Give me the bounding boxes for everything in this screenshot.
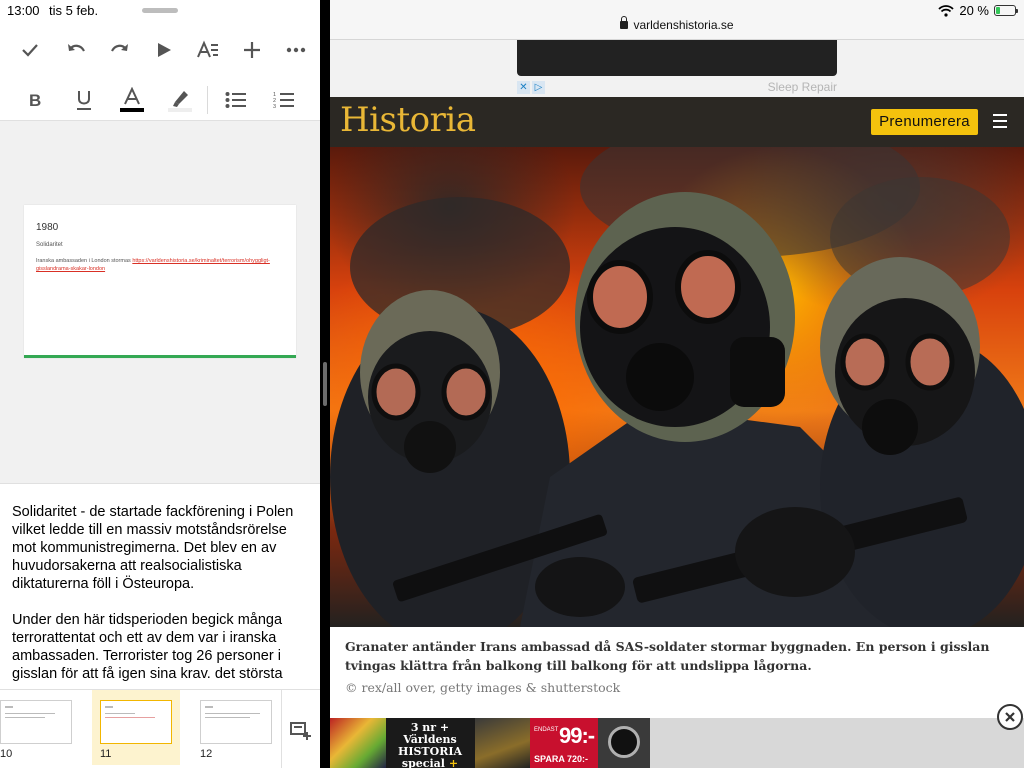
image-credit: © rex/all over, getty images & shutterst…	[345, 680, 621, 695]
close-ad-button[interactable]	[997, 704, 1023, 730]
soldiers-in-gas-masks-illustration	[330, 147, 1024, 627]
site-header: Historia Prenumerera	[330, 97, 1024, 147]
notes-divider	[0, 483, 320, 484]
slide-thumbnail[interactable]: 12	[192, 690, 280, 765]
ad-label[interactable]: Sleep Repair	[768, 80, 837, 94]
notes-paragraph[interactable]: Solidaritet - de startade fackförening i…	[12, 503, 308, 593]
special-issue-image	[475, 718, 530, 768]
split-view-handle[interactable]	[323, 362, 327, 406]
ad-image[interactable]	[517, 40, 837, 76]
magazine-cover-image	[330, 718, 386, 768]
close-icon	[1005, 712, 1015, 722]
battery-icon	[994, 5, 1018, 16]
more-icon[interactable]	[280, 34, 312, 66]
status-date: tis 5 feb.	[49, 3, 99, 18]
site-logo-text: Historia	[340, 100, 476, 140]
toolbar-separator	[207, 86, 208, 114]
svg-text:3: 3	[273, 104, 276, 109]
slide-thumbnail[interactable]: 10	[0, 690, 80, 765]
svg-text:B: B	[29, 91, 41, 109]
text-format-icon[interactable]	[192, 34, 224, 66]
thumbnail-preview	[200, 700, 272, 744]
status-bar-right: 20 %	[938, 3, 1018, 18]
thumbnail-number: 12	[200, 748, 213, 760]
add-slide-button[interactable]	[281, 690, 320, 768]
slide-thumbnail-selected[interactable]: 11	[92, 690, 180, 765]
url-text: varldenshistoria.se	[633, 18, 734, 32]
battery-percent: 20 %	[959, 3, 989, 18]
slide-body[interactable]: Iranska ambassaden i London stormas http…	[36, 257, 276, 273]
bulleted-list-icon[interactable]	[220, 84, 252, 116]
check-icon[interactable]	[14, 34, 46, 66]
play-icon[interactable]	[148, 34, 180, 66]
thumbnail-number: 10	[0, 748, 13, 760]
undo-icon[interactable]	[60, 34, 92, 66]
highlight-icon[interactable]	[164, 84, 196, 116]
subscribe-button[interactable]: Prenumerera	[871, 109, 978, 135]
slide-title[interactable]: 1980	[36, 222, 58, 233]
current-slide[interactable]: 1980 Solidaritet Iranska ambassaden i Lo…	[24, 205, 296, 358]
status-time: 13:00	[7, 3, 40, 18]
menu-icon[interactable]	[993, 114, 1007, 132]
add-icon[interactable]	[236, 34, 268, 66]
thumbnail-preview	[100, 700, 172, 744]
numbered-list-icon[interactable]: 123	[268, 84, 300, 116]
watch-image	[598, 718, 650, 768]
ad-choices[interactable]: ✕ ▷	[517, 81, 545, 94]
price-savings: SPARA 720:-	[534, 754, 589, 764]
ad-offer-text: 3 nr + Världens HISTORIA special + Klock…	[388, 722, 472, 768]
ad-line-3a: special	[401, 757, 445, 768]
multitask-grabber[interactable]	[142, 8, 178, 13]
battery-level	[996, 7, 1000, 14]
watch-face	[608, 726, 640, 758]
notes-paragraph[interactable]: Under den här tidsperioden begick många …	[12, 611, 308, 683]
thumbnail-number: 11	[100, 748, 112, 760]
bold-icon[interactable]: B	[20, 84, 52, 116]
ad-close-icon[interactable]: ✕	[517, 81, 530, 94]
slide-body-text: Iranska ambassaden i London stormas	[36, 258, 133, 264]
redo-icon[interactable]	[104, 34, 136, 66]
address-bar[interactable]: varldenshistoria.se 20 %	[330, 0, 1024, 40]
top-ad[interactable]: ✕ ▷ Sleep Repair	[330, 40, 1024, 97]
image-caption: Granater antänder Irans ambassad då SAS-…	[345, 639, 990, 673]
thumbnail-preview	[0, 700, 72, 744]
speaker-notes[interactable]: Solidaritet - de startade fackförening i…	[12, 503, 308, 689]
article-hero-image	[330, 147, 1024, 627]
slide-subtitle[interactable]: Solidaritet	[36, 242, 63, 248]
lock-icon	[620, 16, 629, 29]
bottom-ad[interactable]: 3 nr + Världens HISTORIA special + Klock…	[330, 704, 1024, 768]
text-color-icon[interactable]	[116, 84, 148, 116]
url-display[interactable]: varldenshistoria.se	[330, 16, 1024, 32]
ad-line-1: 3 nr + Världens	[403, 721, 457, 746]
browser-pane: varldenshistoria.se 20 % ✕ ▷ Sleep Repai…	[330, 0, 1024, 768]
slides-editor-pane: 13:00 tis 5 feb. B 1 2 3 1980 Solidarite…	[0, 0, 320, 768]
subscription-ad-banner[interactable]: 3 nr + Världens HISTORIA special + Klock…	[330, 718, 650, 768]
price-box: ENDAST 99:- SPARA 720:-	[530, 718, 598, 768]
site-logo[interactable]: Historia	[340, 100, 476, 140]
format-toolbar: B 123	[0, 84, 320, 118]
wifi-icon	[938, 4, 954, 17]
price-value: 99:-	[559, 723, 595, 748]
new-slide-icon	[290, 721, 311, 740]
underline-icon[interactable]	[68, 84, 100, 116]
price-prefix: ENDAST	[534, 727, 559, 733]
primary-toolbar	[0, 34, 320, 68]
slide-canvas: 1980 Solidaritet Iranska ambassaden i Lo…	[0, 121, 320, 483]
slide-filmstrip: 10 11 12	[0, 689, 320, 768]
ad-info-icon[interactable]: ▷	[532, 81, 545, 94]
